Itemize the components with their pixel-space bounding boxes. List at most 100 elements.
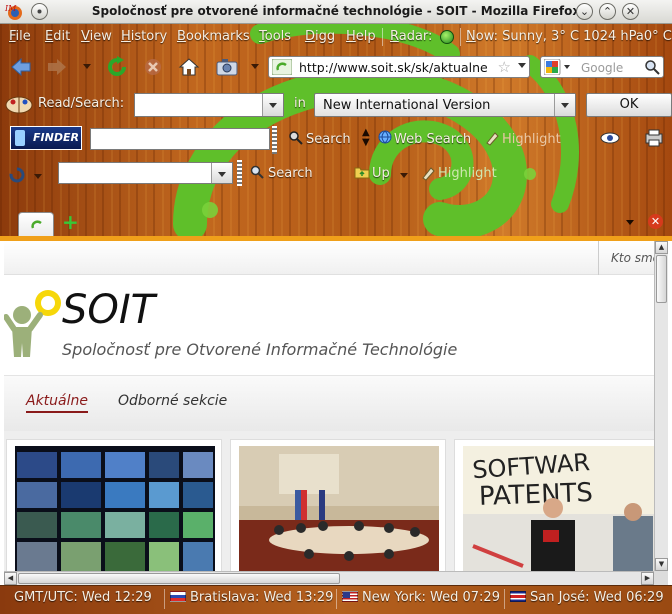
- scroll-right-arrow-icon[interactable]: ▶: [641, 572, 654, 585]
- scroll-left-arrow-icon[interactable]: ◀: [4, 572, 17, 585]
- third-highlight-button[interactable]: Highlight: [438, 166, 497, 181]
- reload-button[interactable]: [104, 54, 130, 80]
- toolbar-grip[interactable]: [272, 126, 277, 154]
- thumbnail-meeting-hall-image: [239, 446, 439, 571]
- page-viewport: Kto sme SOIT Spoločnosť pre Otvorené Inf…: [4, 241, 654, 571]
- highlight-marker-icon: [484, 130, 500, 150]
- bible-passage-dropdown-button[interactable]: [262, 94, 283, 116]
- close-window-button[interactable]: ✕: [622, 3, 639, 20]
- nav-aktualne[interactable]: Aktuálne: [26, 393, 89, 413]
- screenshot-button[interactable]: [214, 54, 240, 80]
- history-dropdown-icon[interactable]: [83, 64, 91, 69]
- web-search-box[interactable]: Google: [540, 56, 664, 78]
- finder-search-button[interactable]: Search: [306, 132, 351, 147]
- menu-digg[interactable]: Digg: [305, 29, 335, 44]
- clock-new-york[interactable]: New York: Wed 07:29: [362, 590, 500, 605]
- bible-version-value: New International Version: [323, 98, 491, 113]
- up-dropdown-icon[interactable]: [400, 173, 408, 178]
- url-dropdown-icon[interactable]: [518, 63, 526, 68]
- menu-bar: File Edit View History Bookmarks Tools D…: [0, 24, 672, 50]
- google-engine-icon[interactable]: [543, 58, 570, 76]
- browser-chrome: File Edit View History Bookmarks Tools D…: [0, 24, 672, 236]
- slovakia-flag-icon: [170, 591, 186, 602]
- tab-strip: + ✕: [0, 210, 672, 236]
- finder-search-options-icon[interactable]: ▲ ▼: [362, 128, 370, 148]
- third-search-button[interactable]: Search: [268, 166, 313, 181]
- toolbar-spinner-dropdown-icon[interactable]: [34, 174, 42, 179]
- forward-button[interactable]: [44, 54, 70, 80]
- costa-rica-flag-icon: [510, 591, 526, 602]
- about-us-link[interactable]: Kto sme: [598, 241, 654, 275]
- news-thumbnails: SOFTWAR PATENTS: [4, 431, 654, 571]
- scroll-up-arrow-icon[interactable]: ▲: [655, 241, 668, 254]
- third-toolbar-dropdown-button[interactable]: [211, 163, 232, 183]
- menu-bookmarks[interactable]: Bookmarks: [177, 29, 250, 44]
- news-thumbnail[interactable]: [230, 439, 446, 571]
- minimize-button[interactable]: ⌄: [576, 3, 593, 20]
- bible-version-dropdown-button[interactable]: [554, 94, 575, 116]
- horizontal-scrollbar[interactable]: ◀ ▶: [4, 571, 654, 585]
- third-search-magnifier-icon: [250, 165, 264, 183]
- web-search-globe-icon: [378, 130, 392, 148]
- clock-gmt[interactable]: GMT/UTC: Wed 12:29: [14, 590, 152, 605]
- scroll-down-arrow-icon[interactable]: ▼: [655, 558, 668, 571]
- nav-odborne-sekcie[interactable]: Odborné sekcie: [118, 393, 227, 409]
- clock-san-jose[interactable]: San José: Wed 06:29: [530, 590, 664, 605]
- news-thumbnail[interactable]: SOFTWAR PATENTS: [454, 439, 654, 571]
- thumbnail-desktop-wall-image: [15, 446, 215, 571]
- stop-icon: [145, 59, 161, 75]
- finder-highlight-button[interactable]: Highlight: [502, 132, 561, 147]
- view-eye-icon[interactable]: [600, 130, 620, 150]
- maximize-button[interactable]: ⌃: [599, 3, 616, 20]
- menu-view[interactable]: View: [81, 29, 112, 44]
- toolbar-grip[interactable]: [237, 160, 242, 186]
- thumbnail-software-patents-image: SOFTWAR PATENTS: [463, 446, 654, 571]
- back-button[interactable]: [8, 54, 34, 80]
- tab-list-dropdown-icon[interactable]: [626, 220, 634, 225]
- third-toolbar-search-combobox[interactable]: [58, 162, 233, 184]
- bible-ok-button[interactable]: OK: [586, 93, 672, 117]
- news-thumbnail[interactable]: [6, 439, 222, 571]
- menu-help[interactable]: Help: [346, 29, 376, 44]
- menu-tools[interactable]: Tools: [259, 29, 291, 44]
- clock-bratislava[interactable]: Bratislava: Wed 13:29: [190, 590, 333, 605]
- vertical-scroll-thumb[interactable]: [656, 255, 667, 303]
- screenshot-dropdown-icon[interactable]: [251, 64, 259, 69]
- third-highlight-icon: [420, 165, 436, 185]
- print-icon[interactable]: [644, 128, 664, 152]
- menu-edit[interactable]: Edit: [45, 29, 70, 44]
- finder-search-input[interactable]: [90, 128, 270, 150]
- toolbar-spinner-icon[interactable]: [8, 166, 26, 188]
- page-top-band: Kto sme: [4, 241, 654, 275]
- stop-button[interactable]: [140, 54, 166, 80]
- home-button[interactable]: [176, 54, 202, 80]
- finder-logo-icon: [15, 130, 25, 146]
- scroll-corner: [654, 571, 668, 585]
- finder-logo[interactable]: FINDER: [10, 126, 82, 150]
- clock-separator: [164, 589, 165, 609]
- tab-soit[interactable]: [18, 212, 54, 236]
- menu-history[interactable]: History: [121, 29, 167, 44]
- url-bar[interactable]: http://www.soit.sk/sk/aktualne ☆: [268, 56, 530, 78]
- new-tab-button[interactable]: +: [62, 212, 79, 232]
- bible-version-select[interactable]: New International Version: [314, 93, 576, 117]
- bible-passage-combobox[interactable]: [134, 93, 284, 117]
- back-arrow-icon: [11, 57, 31, 77]
- menu-file[interactable]: File: [9, 29, 31, 44]
- finder-logo-text: FINDER: [33, 131, 79, 144]
- search-magnifier-icon[interactable]: [644, 59, 660, 79]
- vertical-scrollbar[interactable]: ▲ ▼: [654, 241, 668, 571]
- web-search-button[interactable]: Web Search: [394, 132, 471, 147]
- site-brand[interactable]: SOIT: [62, 287, 155, 333]
- camera-icon: [216, 59, 238, 76]
- menu-separator: [382, 28, 383, 46]
- bookmark-star-icon[interactable]: ☆: [498, 58, 511, 76]
- close-tab-button[interactable]: ✕: [648, 214, 663, 229]
- weather-readout[interactable]: Now: Sunny, 3° C 1024 hPa0° C: [466, 29, 672, 44]
- search-placeholder: Google: [581, 61, 624, 75]
- radar-status-icon[interactable]: [440, 30, 454, 44]
- horizontal-scroll-thumb[interactable]: [18, 573, 340, 584]
- up-button[interactable]: Up: [372, 166, 390, 181]
- bible-toolbar-icon[interactable]: [4, 92, 34, 116]
- in-label: in: [294, 96, 306, 111]
